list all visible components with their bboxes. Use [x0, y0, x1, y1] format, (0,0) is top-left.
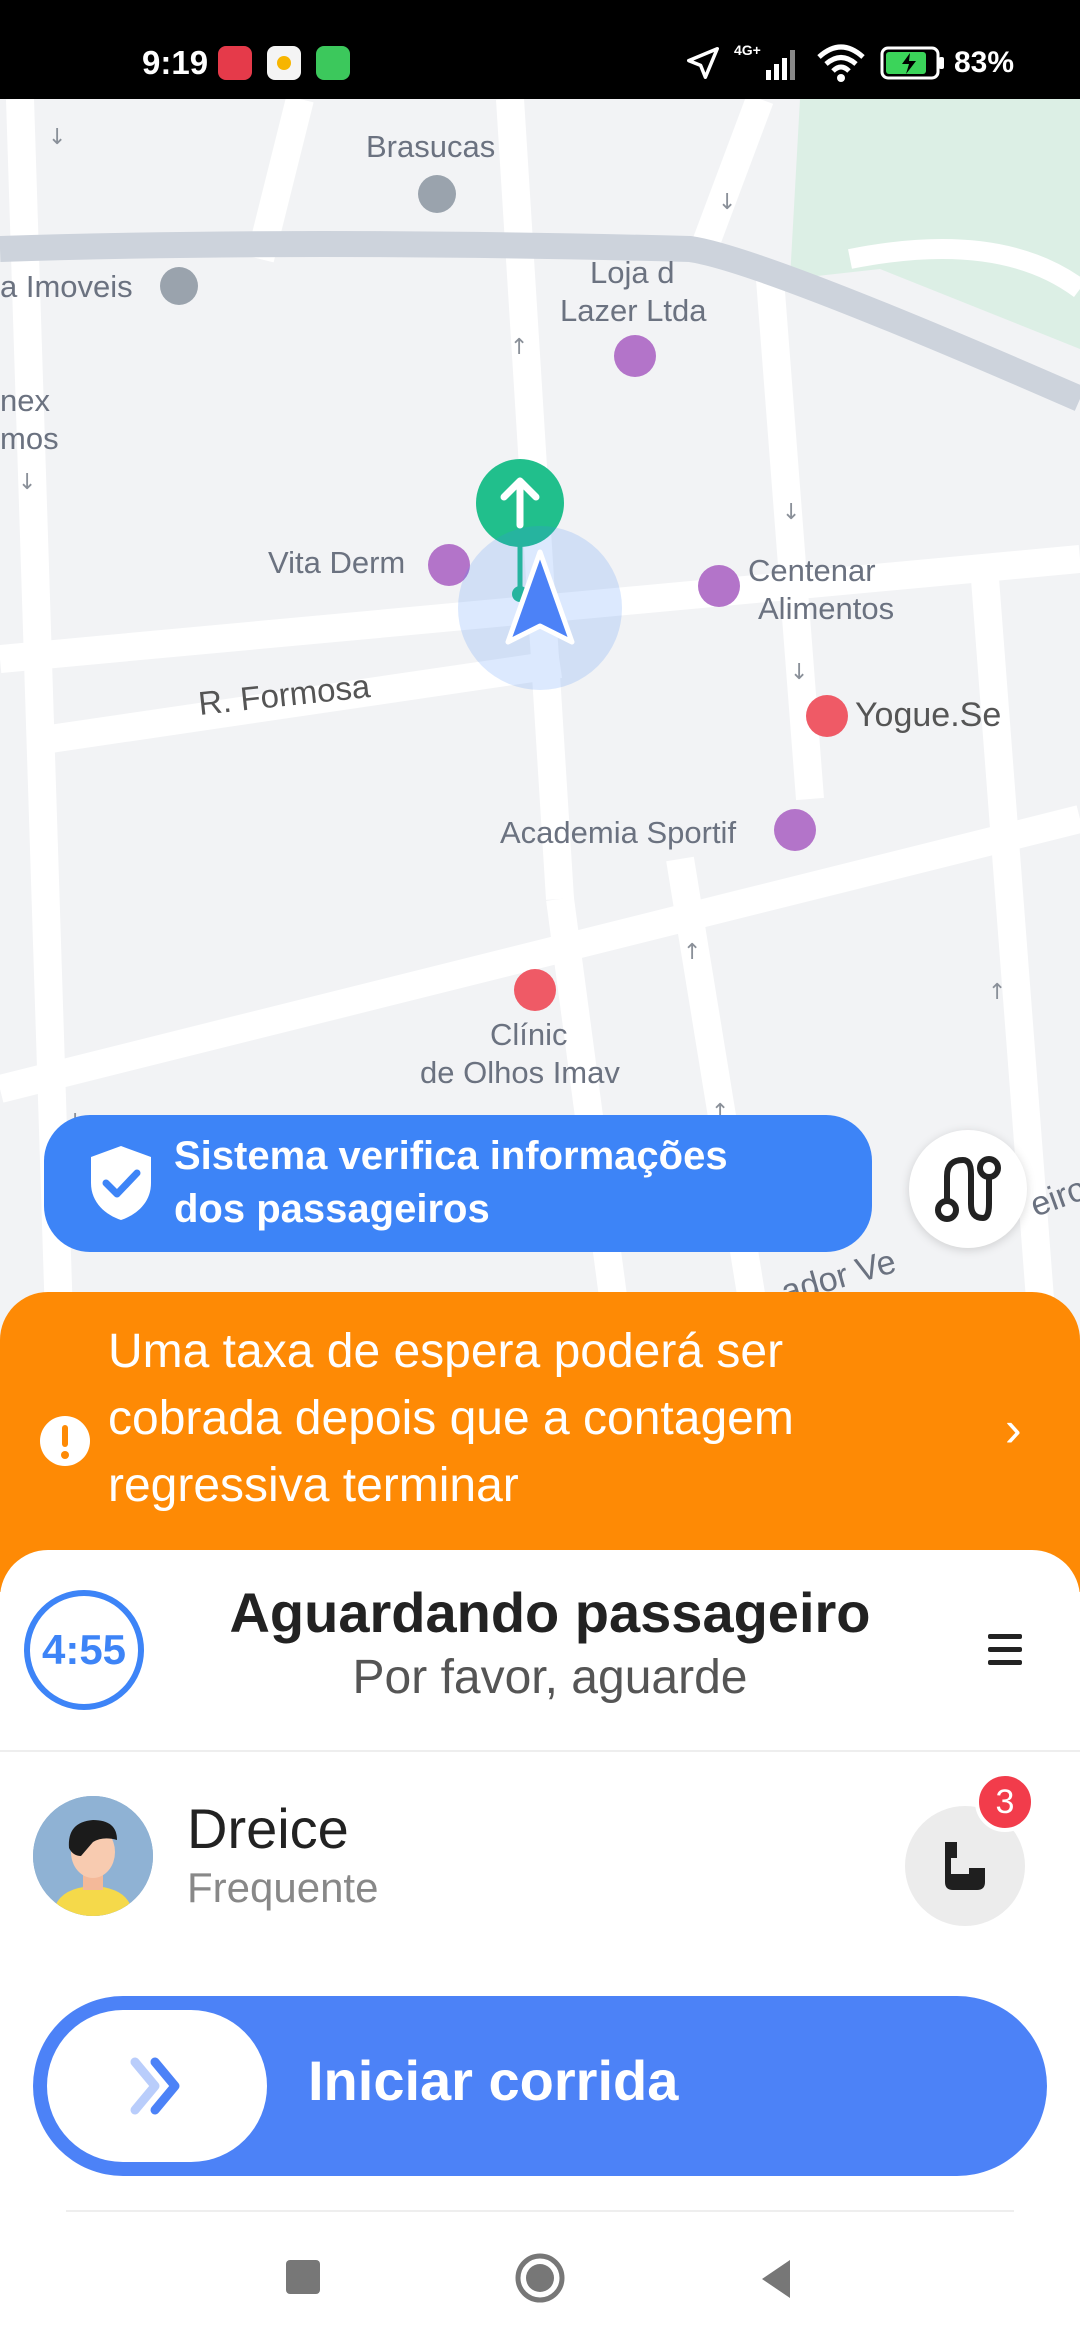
divider: [0, 1750, 1080, 1752]
mail-app-icon: [218, 46, 252, 80]
map-label-vita-derm: Vita Derm: [268, 545, 406, 580]
battery-icon: [880, 40, 946, 86]
svg-text:↑: ↑: [683, 940, 701, 965]
gym-poi-icon: [774, 809, 816, 851]
wifi-icon: [815, 40, 867, 86]
map-label-loja: Loja d: [590, 255, 675, 290]
map-label-centenar: Centenar: [748, 553, 876, 588]
shopping-poi-icon: [698, 565, 740, 607]
unread-calls-badge: 3: [975, 1772, 1035, 1832]
route-icon: [935, 1156, 1001, 1222]
shopping-poi-icon: [614, 335, 656, 377]
trip-bottom-sheet: 4:55 Aguardando passageiro Por favor, ag…: [0, 1550, 1080, 2340]
back-button[interactable]: [756, 2252, 796, 2307]
square-icon: [286, 2260, 320, 2294]
chat-app-icon: [316, 46, 350, 80]
passenger-tag: Frequente: [187, 1864, 379, 1911]
map-label-clinic: Clínic: [490, 1017, 568, 1052]
person-avatar-icon: [33, 1796, 153, 1916]
route-button[interactable]: [909, 1130, 1027, 1248]
waiting-fee-notice[interactable]: Uma taxa de espera poderá ser cobrada de…: [0, 1292, 1080, 1592]
divider: [66, 2210, 1014, 2212]
shield-check-icon: [91, 1146, 151, 1220]
svg-text:↑: ↑: [510, 335, 528, 360]
double-chevron-right-icon: [130, 2057, 180, 2115]
svg-text:↓: ↓: [18, 470, 36, 495]
svg-text:↓: ↓: [782, 500, 800, 525]
menu-icon[interactable]: [988, 1634, 1022, 1673]
restaurant-poi-icon: [418, 175, 456, 213]
map-label-mos: mos: [0, 421, 59, 456]
countdown-timer: 4:55: [24, 1590, 144, 1710]
safety-banner[interactable]: Sistema verifica informações dos passage…: [44, 1115, 872, 1252]
svg-text:↓: ↓: [790, 660, 808, 685]
passenger-name: Dreice: [187, 1797, 349, 1860]
hospital-poi-icon: [514, 969, 556, 1011]
hospital-poi-icon: [806, 695, 848, 737]
map-label-brasucas: Brasucas: [366, 129, 496, 164]
clock: 9:19: [142, 44, 209, 81]
svg-text:↓: ↓: [48, 125, 66, 150]
svg-text:↑: ↑: [988, 980, 1006, 1005]
home-poi-icon: [160, 267, 198, 305]
warning-icon: [40, 1416, 90, 1466]
safety-banner-line1: Sistema verifica informações: [174, 1134, 728, 1178]
map-label-academia: Academia Sportif: [500, 815, 737, 850]
safety-banner-line2: dos passageiros: [174, 1187, 490, 1231]
svg-text:↓: ↓: [718, 190, 736, 215]
map-label-yogue: Yogue.Se: [855, 696, 1002, 734]
notice-text: Uma taxa de espera poderá ser cobrada de…: [108, 1325, 794, 1512]
passenger-avatar[interactable]: [33, 1796, 153, 1916]
battery-percentage: 83%: [954, 46, 1015, 79]
map-label-lazer: Lazer Ltda: [560, 293, 707, 328]
home-circle-icon: [515, 2253, 565, 2303]
trip-status-title: Aguardando passageiro: [229, 1581, 871, 1644]
status-bar: 9:19 4G+ 83%: [0, 0, 1080, 99]
map-label-olhos: de Olhos Imav: [420, 1055, 620, 1090]
99-app-icon: [267, 46, 301, 80]
home-button[interactable]: [514, 2252, 566, 2309]
safety-banner-text: Sistema verifica informações dos passage…: [174, 1130, 728, 1236]
recent-apps-button[interactable]: [286, 2252, 320, 2294]
slider-knob[interactable]: [47, 2010, 267, 2162]
map-label-imoveis: a Imoveis: [0, 269, 133, 304]
driver-location-icon: [458, 526, 622, 690]
location-icon: [684, 40, 722, 86]
map-label-nex: nex: [0, 383, 50, 418]
signal-icon: 4G+: [732, 40, 804, 86]
trip-status-subtitle: Por favor, aguarde: [352, 1651, 748, 1704]
start-ride-label: Iniciar corrida: [308, 2049, 679, 2112]
chevron-right-icon: ›: [1005, 1401, 1022, 1457]
map-label-alimentos: Alimentos: [758, 591, 895, 626]
start-ride-slider[interactable]: Iniciar corrida: [33, 1996, 1047, 2176]
back-triangle-icon: [762, 2260, 790, 2298]
